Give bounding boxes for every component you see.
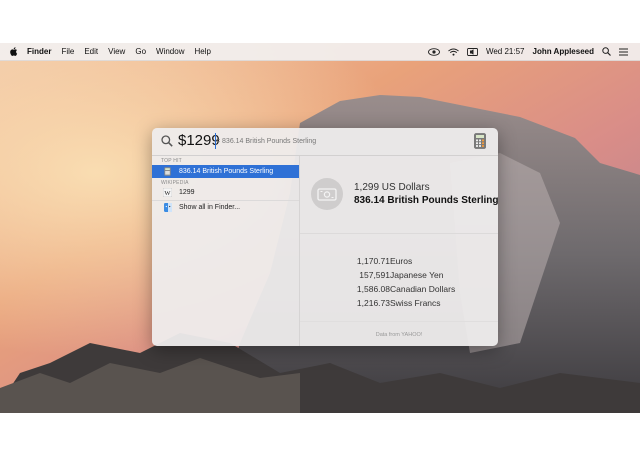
result-label: 1299 xyxy=(179,189,195,196)
calculator-icon xyxy=(474,133,486,149)
from-amount: 1,299 US Dollars xyxy=(354,182,430,193)
menu-go[interactable]: Go xyxy=(135,47,146,56)
menu-edit[interactable]: Edit xyxy=(84,47,98,56)
conversion-currency: Euros xyxy=(390,256,413,266)
notification-center-icon[interactable] xyxy=(619,48,628,56)
conversion-value: 1,586.08 xyxy=(356,284,390,294)
wikipedia-icon: W xyxy=(163,188,172,197)
preview-pane: 1,299 US Dollars 836.14 British Pounds S… xyxy=(300,156,498,346)
wifi-icon[interactable] xyxy=(448,48,459,56)
section-top-hit: TOP HIT xyxy=(161,158,182,164)
spotlight-window: $1299 = 836.14 British Pounds Sterling T… xyxy=(152,128,498,346)
desktop: Finder File Edit View Go Window Help Wed… xyxy=(0,43,640,413)
conversion-row: 1,586.08 Canadian Dollars xyxy=(300,284,498,297)
clock[interactable]: Wed 21:57 xyxy=(486,47,525,56)
search-input[interactable]: $1299 xyxy=(178,132,220,149)
divider xyxy=(300,233,498,234)
menu-help[interactable]: Help xyxy=(194,47,210,56)
result-wikipedia[interactable]: W 1299 xyxy=(152,186,299,199)
to-amount: 836.14 British Pounds Sterling xyxy=(354,195,498,206)
conversion-row: 1,216.73 Swiss Francs xyxy=(300,298,498,311)
results-list: TOP HIT 836.14 British Pounds Sterling W… xyxy=(152,156,300,346)
conversion-currency: Swiss Francs xyxy=(390,298,441,308)
conversion-currency: Canadian Dollars xyxy=(390,284,456,294)
menu-bar: Finder File Edit View Go Window Help Wed… xyxy=(0,43,640,61)
conversion-row: 157,591 Japanese Yen xyxy=(300,270,498,283)
calculator-icon xyxy=(163,167,172,176)
status-area: Wed 21:57 John Appleseed xyxy=(420,43,628,60)
eye-icon[interactable] xyxy=(428,47,440,56)
user-name[interactable]: John Appleseed xyxy=(533,47,595,56)
conversion-row: 1,170.71 Euros xyxy=(300,256,498,269)
menu-view[interactable]: View xyxy=(108,47,125,56)
search-completion-hint: = 836.14 British Pounds Sterling xyxy=(216,138,317,145)
result-label: Show all in Finder... xyxy=(179,204,241,211)
conversion-value: 1,170.71 xyxy=(356,256,390,266)
result-show-all[interactable]: Show all in Finder... xyxy=(152,201,299,214)
finder-icon xyxy=(163,203,172,212)
spotlight-search-bar[interactable]: $1299 = 836.14 British Pounds Sterling xyxy=(152,128,498,156)
money-icon xyxy=(311,178,343,210)
conversion-value: 1,216.73 xyxy=(356,298,390,308)
result-label: 836.14 British Pounds Sterling xyxy=(179,168,274,175)
result-top-hit[interactable]: 836.14 British Pounds Sterling xyxy=(152,165,299,178)
divider xyxy=(300,321,498,322)
search-icon xyxy=(161,135,173,147)
data-source-footer[interactable]: Data from YAHOO! xyxy=(300,332,498,338)
svg-text:W: W xyxy=(164,190,171,197)
menu-app-name[interactable]: Finder xyxy=(27,47,51,56)
menu-file[interactable]: File xyxy=(61,47,74,56)
apple-icon[interactable] xyxy=(10,47,18,56)
spotlight-icon[interactable] xyxy=(602,47,611,56)
menu-window[interactable]: Window xyxy=(156,47,184,56)
conversion-value: 157,591 xyxy=(359,270,390,280)
conversion-currency: Japanese Yen xyxy=(390,270,444,280)
volume-icon[interactable] xyxy=(467,47,478,56)
